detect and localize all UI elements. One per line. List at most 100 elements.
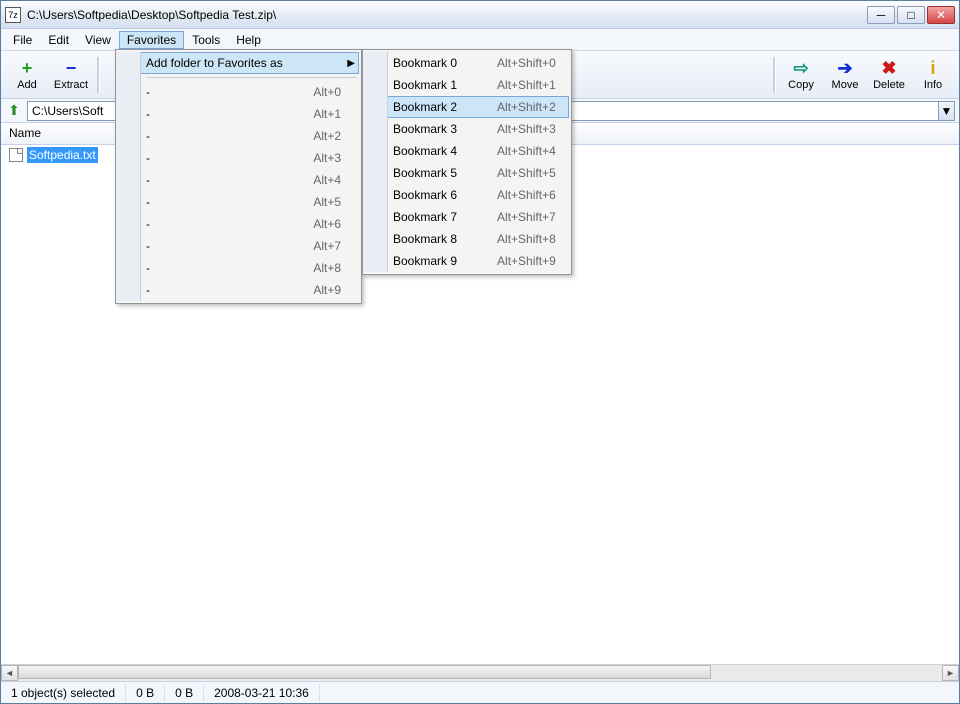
menu-label: Bookmark 9 <box>393 254 457 268</box>
add-button[interactable]: +Add <box>5 53 49 97</box>
menu-gutter <box>116 52 141 301</box>
favorite-slot-3[interactable]: - Alt+3 <box>118 147 359 169</box>
horizontal-scrollbar[interactable]: ◄ ► <box>1 664 959 681</box>
menu-label: Bookmark 1 <box>393 78 457 92</box>
maximize-icon: □ <box>907 8 914 22</box>
menu-shortcut: Alt+3 <box>313 151 341 165</box>
bookmark-9[interactable]: Bookmark 9 Alt+Shift+9 <box>365 250 569 272</box>
menu-label: Bookmark 3 <box>393 122 457 136</box>
move-button-label: Move <box>832 79 859 91</box>
bookmark-2[interactable]: Bookmark 2 Alt+Shift+2 <box>365 96 569 118</box>
menu-edit[interactable]: Edit <box>40 31 77 49</box>
column-header-name[interactable]: Name <box>1 123 116 144</box>
menu-label: - <box>146 151 273 165</box>
favorite-slot-5[interactable]: -Alt+5 <box>118 191 359 213</box>
status-cell-0: 1 object(s) selected <box>1 684 126 702</box>
menu-label: Bookmark 5 <box>393 166 457 180</box>
status-cell-2: 0 B <box>165 684 204 702</box>
bookmark-4[interactable]: Bookmark 4Alt+Shift+4 <box>365 140 569 162</box>
bookmark-0[interactable]: Bookmark 0 Alt+Shift+0 <box>365 52 569 74</box>
statusbar: 1 object(s) selected0 B0 B2008-03-21 10:… <box>1 681 959 703</box>
menu-shortcut: Alt+4 <box>313 173 341 187</box>
favorite-slot-1[interactable]: -Alt+1 <box>118 103 359 125</box>
app-icon: 7z <box>5 7 21 23</box>
favorite-slot-4[interactable]: - Alt+4 <box>118 169 359 191</box>
minimize-button[interactable]: ─ <box>867 6 895 24</box>
menu-shortcut: Alt+7 <box>313 239 341 253</box>
close-button[interactable]: ✕ <box>927 6 955 24</box>
favorite-slot-9[interactable]: - Alt+9 <box>118 279 359 301</box>
up-folder-icon[interactable]: ⬆ <box>5 102 23 120</box>
extract-button-label: Extract <box>54 79 88 91</box>
menu-shortcut: Alt+Shift+6 <box>497 188 556 202</box>
info-button-label: Info <box>924 79 942 91</box>
menu-file[interactable]: File <box>5 31 40 49</box>
menu-shortcut: Alt+Shift+0 <box>497 56 556 70</box>
bookmark-3[interactable]: Bookmark 3 Alt+Shift+3 <box>365 118 569 140</box>
scroll-track[interactable] <box>18 665 942 681</box>
menu-gutter <box>363 52 388 272</box>
menu-label: - <box>146 85 273 99</box>
menu-shortcut: Alt+Shift+8 <box>497 232 556 246</box>
favorite-slot-0[interactable]: -Alt+0 <box>118 81 359 103</box>
menu-tools[interactable]: Tools <box>184 31 228 49</box>
menu-shortcut: Alt+5 <box>313 195 341 209</box>
scroll-left-button[interactable]: ◄ <box>1 665 18 681</box>
info-icon: i <box>923 58 943 78</box>
file-name-cell: Softpedia.txt <box>1 146 116 164</box>
menu-label: - <box>146 129 273 143</box>
menu-view[interactable]: View <box>77 31 119 49</box>
app-window: 7z C:\Users\Softpedia\Desktop\Softpedia … <box>0 0 960 704</box>
close-icon: ✕ <box>936 8 946 22</box>
menu-help[interactable]: Help <box>228 31 269 49</box>
menu-favorites[interactable]: Favorites <box>119 31 184 49</box>
favorites-menu: Add folder to Favorites as▶-Alt+0-Alt+1-… <box>115 49 362 304</box>
menu-shortcut: Alt+Shift+2 <box>497 100 556 114</box>
add-button-label: Add <box>17 79 37 91</box>
delete-button-label: Delete <box>873 79 905 91</box>
address-dropdown[interactable]: ▼ <box>939 101 955 121</box>
delete-button[interactable]: ✖Delete <box>867 53 911 97</box>
menu-shortcut: Alt+Shift+5 <box>497 166 556 180</box>
menu-shortcut: Alt+Shift+1 <box>497 78 556 92</box>
menu-label: Bookmark 2 <box>393 100 457 114</box>
titlebar-text: C:\Users\Softpedia\Desktop\Softpedia Tes… <box>27 8 867 22</box>
scroll-thumb[interactable] <box>18 665 711 679</box>
chevron-down-icon: ▼ <box>941 104 953 118</box>
copy-button[interactable]: ⇨Copy <box>779 53 823 97</box>
favorite-slot-2[interactable]: - Alt+2 <box>118 125 359 147</box>
menu-label: - <box>146 239 273 253</box>
bookmark-1[interactable]: Bookmark 1 Alt+Shift+1 <box>365 74 569 96</box>
minimize-icon: ─ <box>877 8 886 22</box>
favorite-slot-6[interactable]: - Alt+6 <box>118 213 359 235</box>
info-button[interactable]: iInfo <box>911 53 955 97</box>
menu-add-folder-to-favorites[interactable]: Add folder to Favorites as▶ <box>118 52 359 74</box>
address-text: C:\Users\Soft <box>32 104 103 118</box>
favorite-slot-8[interactable]: - Alt+8 <box>118 257 359 279</box>
menu-separator <box>146 77 357 78</box>
bookmark-6[interactable]: Bookmark 6Alt+Shift+6 <box>365 184 569 206</box>
menu-shortcut: Alt+9 <box>313 283 341 297</box>
delete-icon: ✖ <box>879 58 899 78</box>
menu-shortcut: Alt+Shift+9 <box>497 254 556 268</box>
move-button[interactable]: ➔Move <box>823 53 867 97</box>
file-icon <box>9 148 23 162</box>
menu-label: - <box>146 173 273 187</box>
scroll-right-button[interactable]: ► <box>942 665 959 681</box>
menu-label: - <box>146 283 273 297</box>
bookmark-submenu: Bookmark 0 Alt+Shift+0 Bookmark 1 Alt+Shift… <box>362 49 572 275</box>
favorite-slot-7[interactable]: - Alt+7 <box>118 235 359 257</box>
menu-shortcut: Alt+2 <box>313 129 341 143</box>
menu-label: - <box>146 217 273 231</box>
menu-shortcut: Alt+6 <box>313 217 341 231</box>
bookmark-8[interactable]: Bookmark 8Alt+Shift+8 <box>365 228 569 250</box>
bookmark-5[interactable]: Bookmark 5 Alt+Shift+5 <box>365 162 569 184</box>
extract-button[interactable]: −Extract <box>49 53 93 97</box>
menu-shortcut: Alt+Shift+3 <box>497 122 556 136</box>
menu-shortcut: Alt+8 <box>313 261 341 275</box>
menu-shortcut: Alt+1 <box>313 107 341 121</box>
maximize-button[interactable]: □ <box>897 6 925 24</box>
menu-label: Bookmark 0 <box>393 56 457 70</box>
bookmark-7[interactable]: Bookmark 7Alt+Shift+7 <box>365 206 569 228</box>
menu-label: - <box>146 261 273 275</box>
